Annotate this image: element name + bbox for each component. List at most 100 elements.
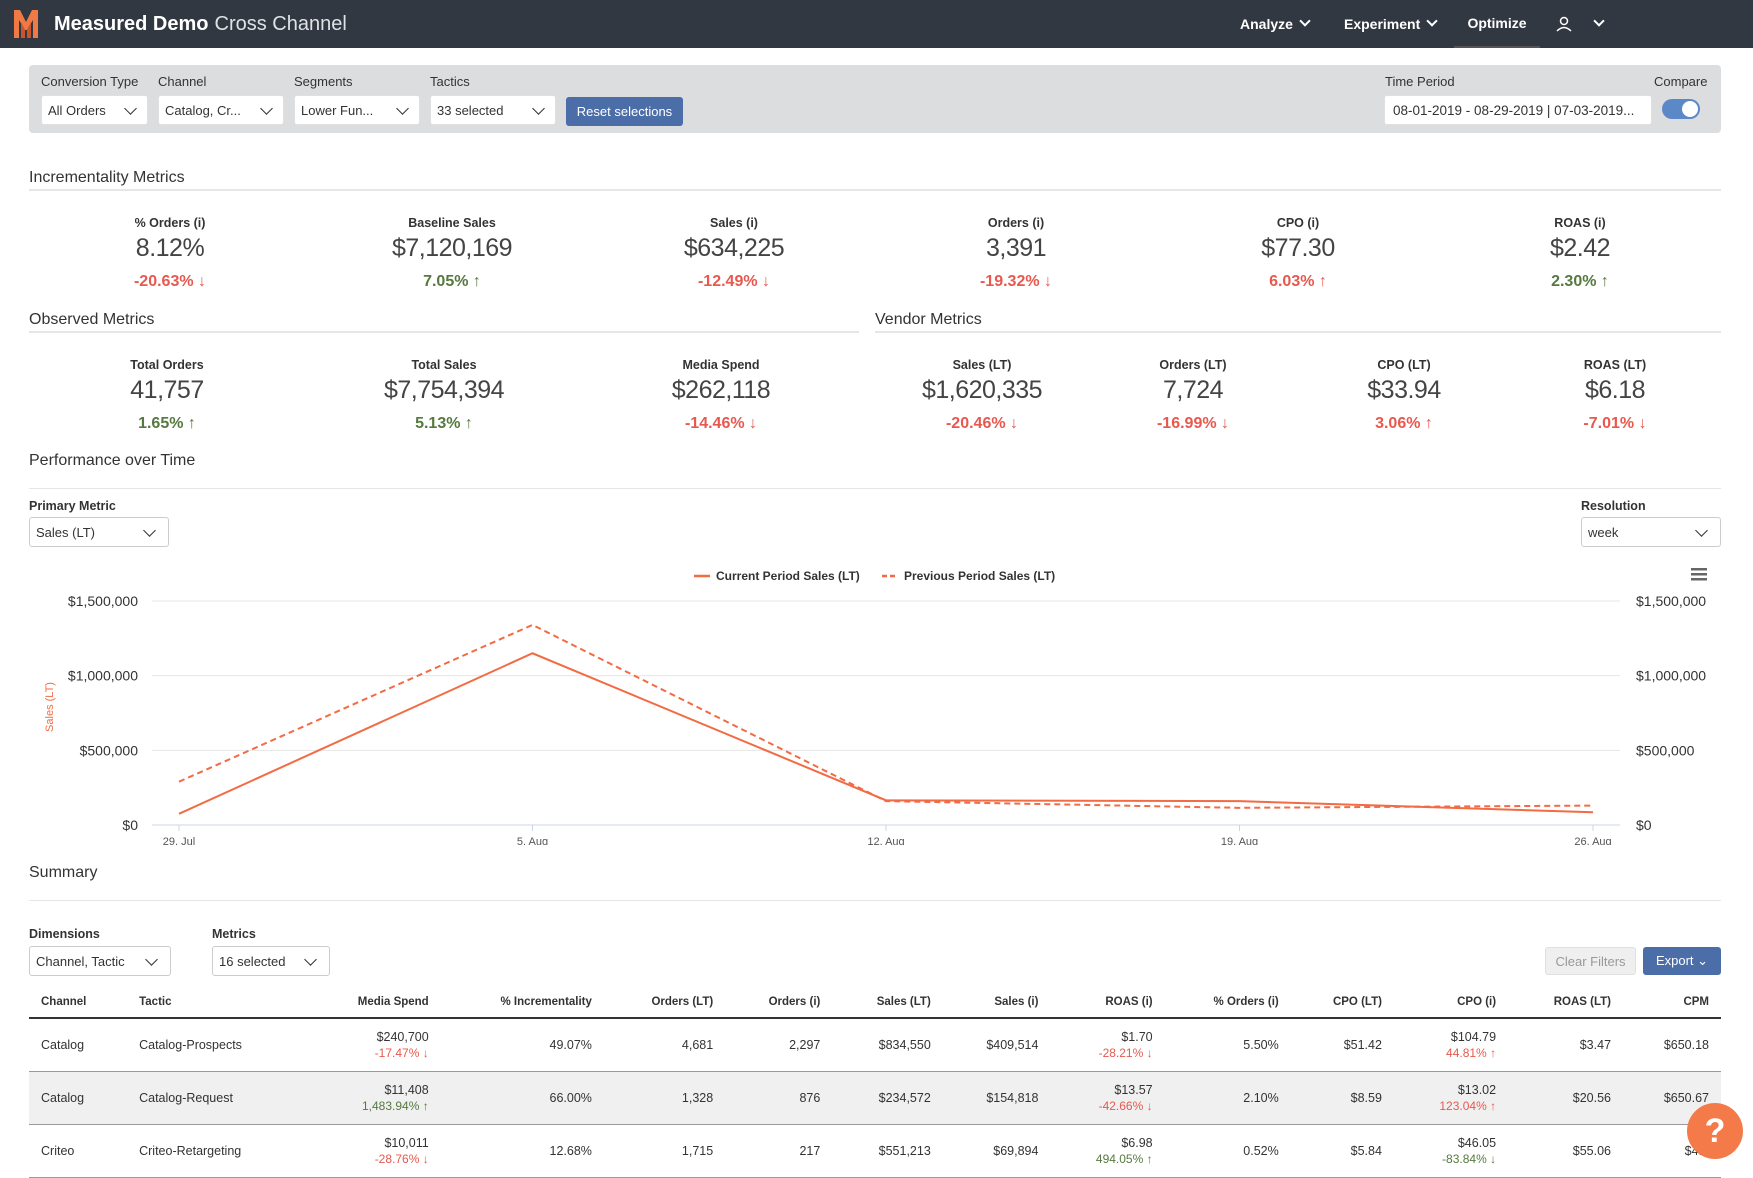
cell-delta: -28.76% ↓ bbox=[374, 1151, 429, 1166]
tactics-select[interactable]: 33 selected bbox=[430, 95, 556, 125]
column-header[interactable]: Sales (i) bbox=[942, 986, 1051, 1019]
cell-value: Criteo-Retargeting bbox=[139, 1143, 242, 1158]
reset-selections-button[interactable]: Reset selections bbox=[566, 97, 683, 126]
table-cell-orders-lt: 4,681 bbox=[603, 1018, 726, 1072]
metric-delta-value: 1.65% bbox=[138, 415, 184, 432]
column-header[interactable]: Channel bbox=[29, 986, 128, 1019]
channel-select[interactable]: Catalog, Cr... bbox=[158, 95, 284, 125]
metric-delta-value: 3.06% bbox=[1375, 415, 1421, 432]
nav-experiment[interactable]: Experiment bbox=[1344, 0, 1438, 48]
nav-analyze[interactable]: Analyze bbox=[1240, 0, 1311, 48]
conversion-type-value: All Orders bbox=[48, 103, 106, 118]
column-header[interactable]: CPO (LT) bbox=[1290, 986, 1394, 1019]
metric-value: $634,225 bbox=[683, 234, 785, 262]
table-row[interactable]: Criteo Criteo-Retargeting $10,011 -28.76% ↓… bbox=[29, 1124, 1721, 1178]
table-cell-tactic: Catalog-Request bbox=[127, 1071, 307, 1125]
cell-value: $8.59 bbox=[1350, 1090, 1382, 1105]
table-cell-pct-orders-i: 5.50% bbox=[1164, 1018, 1291, 1072]
cell-delta: -42.66% ↓ bbox=[1098, 1098, 1153, 1113]
y-tick-label-right: $1,500,000 bbox=[1636, 593, 1706, 609]
metric-delta: -7.01% ↓ bbox=[1515, 415, 1715, 433]
cell-value: 876 bbox=[799, 1090, 821, 1105]
table-row[interactable]: Catalog Catalog-Prospects $240,700 -17.47% … bbox=[29, 1018, 1721, 1072]
table-cell-sales-lt: $234,572 bbox=[832, 1071, 943, 1125]
chevron-down-icon bbox=[260, 102, 273, 115]
metric-value: $7,120,169 bbox=[391, 234, 513, 262]
y-axis-title: Sales (LT) bbox=[44, 682, 56, 732]
time-period-picker[interactable]: 08-01-2019 - 08-29-2019 | 07-03-2019... bbox=[1384, 95, 1652, 125]
legend-item[interactable]: Current Period Sales (LT) bbox=[716, 569, 860, 583]
resolution-select[interactable]: week bbox=[1581, 517, 1721, 547]
data-point[interactable] bbox=[1591, 810, 1595, 814]
column-header[interactable]: Media Spend bbox=[306, 986, 441, 1019]
table-cell-roas-i: $13.57 -42.66% ↓ bbox=[1050, 1071, 1165, 1125]
column-header[interactable]: % Incrementality bbox=[440, 986, 604, 1019]
cell-value: 2.10% bbox=[1243, 1090, 1279, 1105]
dimensions-select[interactable]: Channel, Tactic bbox=[29, 946, 171, 976]
column-header[interactable]: CPO (i) bbox=[1393, 986, 1509, 1019]
table-cell-media-spend: $240,700 -17.47% ↓ bbox=[306, 1018, 441, 1072]
measured-logo-icon[interactable] bbox=[12, 8, 40, 40]
data-point[interactable] bbox=[177, 812, 181, 816]
export-button[interactable]: Export ⌄ bbox=[1643, 947, 1721, 975]
cell-delta: -28.21% ↓ bbox=[1098, 1045, 1153, 1060]
cell-value: Criteo bbox=[41, 1143, 75, 1158]
data-point[interactable] bbox=[884, 799, 888, 803]
conversion-type-select[interactable]: All Orders bbox=[41, 95, 148, 125]
data-point[interactable] bbox=[531, 623, 535, 627]
y-tick-label-right: $500,000 bbox=[1636, 742, 1695, 758]
table-cell-roas-lt: $55.06 bbox=[1508, 1124, 1624, 1178]
cell-value: Catalog bbox=[41, 1090, 85, 1105]
table-cell-sales-i: $154,818 bbox=[942, 1071, 1051, 1125]
cell-value: $650.18 bbox=[1663, 1037, 1709, 1052]
cell-value: $104.79 bbox=[1450, 1029, 1497, 1044]
cell-value: $551,213 bbox=[878, 1143, 931, 1158]
series-line-previous[interactable] bbox=[178, 623, 1594, 809]
series-line-current[interactable] bbox=[178, 652, 1594, 815]
segments-select[interactable]: Lower Fun... bbox=[294, 95, 420, 125]
metrics-select[interactable]: 16 selected bbox=[212, 946, 330, 976]
compare-toggle[interactable] bbox=[1662, 99, 1700, 119]
column-header[interactable]: CPM bbox=[1623, 986, 1721, 1019]
nav-optimize[interactable]: Optimize bbox=[1454, 0, 1540, 48]
data-point[interactable] bbox=[1591, 804, 1595, 808]
column-header[interactable]: ROAS (i) bbox=[1050, 986, 1165, 1019]
x-tick-label: 19. Aug bbox=[1221, 836, 1258, 845]
metric-card: Sales (i) $634,225 -12.49% ↓ bbox=[634, 216, 834, 291]
column-header[interactable]: Orders (LT) bbox=[603, 986, 726, 1019]
column-header[interactable]: % Orders (i) bbox=[1164, 986, 1291, 1019]
clear-filters-button[interactable]: Clear Filters bbox=[1545, 947, 1636, 975]
brand-name: Measured Demo bbox=[54, 13, 209, 35]
column-header[interactable]: Sales (LT) bbox=[832, 986, 943, 1019]
table-cell-cpm: $650.18 bbox=[1623, 1018, 1721, 1072]
table-cell-orders-lt: 1,715 bbox=[603, 1124, 726, 1178]
data-point[interactable] bbox=[177, 780, 181, 784]
column-header[interactable]: ROAS (LT) bbox=[1508, 986, 1624, 1019]
metric-value: $6.18 bbox=[1584, 376, 1646, 404]
table-cell-cpo-i: $46.05 -83.84% ↓ bbox=[1393, 1124, 1509, 1178]
metric-card: % Orders (i) 8.12% -20.63% ↓ bbox=[70, 216, 270, 291]
data-point[interactable] bbox=[1238, 806, 1242, 810]
dimensions-label: Dimensions bbox=[29, 927, 100, 941]
filter-bar: Conversion Type All Orders Channel Catal… bbox=[29, 65, 1721, 133]
resolution-value: week bbox=[1588, 525, 1619, 540]
export-label: Export bbox=[1655, 953, 1694, 968]
column-header[interactable]: Tactic bbox=[127, 986, 307, 1019]
help-button[interactable]: ? bbox=[1687, 1103, 1743, 1159]
table-cell-sales-i: $409,514 bbox=[942, 1018, 1051, 1072]
column-header[interactable]: Orders (i) bbox=[725, 986, 833, 1019]
metric-delta: -20.46% ↓ bbox=[882, 415, 1082, 433]
user-menu[interactable] bbox=[1555, 0, 1605, 48]
data-point[interactable] bbox=[531, 651, 535, 655]
data-point[interactable] bbox=[1238, 799, 1242, 803]
primary-metric-select[interactable]: Sales (LT) bbox=[29, 517, 169, 547]
metric-value: $1,620,335 bbox=[921, 376, 1043, 404]
table-row[interactable]: Catalog Catalog-Request $11,408 1,483.94% ↑… bbox=[29, 1071, 1721, 1125]
cell-value: $650.67 bbox=[1663, 1090, 1709, 1105]
legend-item[interactable]: Previous Period Sales (LT) bbox=[904, 569, 1055, 583]
cell-value: $13.57 bbox=[1114, 1082, 1153, 1097]
chevron-down-icon bbox=[304, 953, 317, 966]
metric-value: 3,391 bbox=[985, 234, 1047, 262]
chart-menu-icon[interactable] bbox=[1691, 568, 1707, 581]
arrow-down-icon: ↓ bbox=[1010, 415, 1019, 432]
